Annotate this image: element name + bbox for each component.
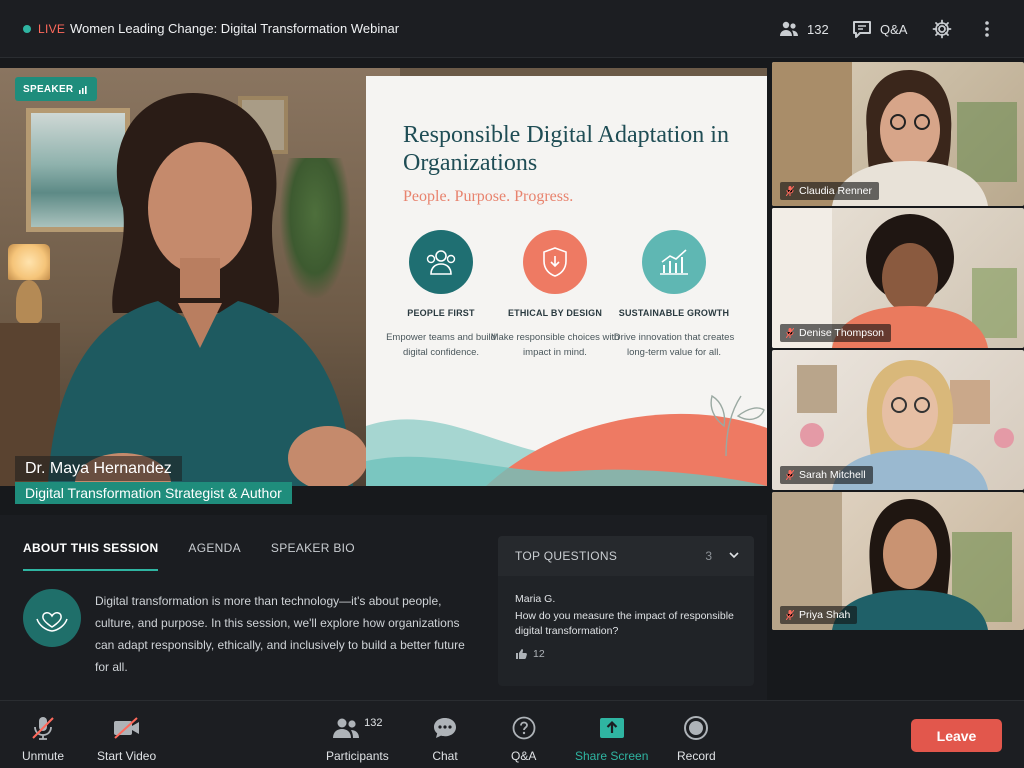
gear-icon bbox=[932, 19, 952, 39]
audio-level-icon bbox=[79, 85, 88, 94]
settings-button[interactable] bbox=[932, 18, 952, 40]
question-mark-icon bbox=[512, 716, 536, 740]
participants-counter-button[interactable]: 132 bbox=[779, 18, 829, 40]
session-description: Digital transformation is more than tech… bbox=[95, 594, 465, 674]
participant-name-tag: Sarah Mitchell bbox=[780, 466, 873, 484]
participants-label: Participants bbox=[326, 749, 389, 763]
webinar-title: Women Leading Change: Digital Transforma… bbox=[70, 21, 400, 36]
question-author: Maria G. bbox=[515, 593, 556, 605]
top-questions-panel: TOP QUESTIONS 3 Maria G. How do you meas… bbox=[498, 536, 754, 686]
pillar-heading: ETHICAL BY DESIGN bbox=[507, 308, 603, 318]
slide-pillar-sustainable-growth: SUSTAINABLE GROWTH Drive innovation that… bbox=[609, 230, 739, 360]
question-upvote-button[interactable]: 12 bbox=[515, 648, 545, 660]
record-icon bbox=[684, 716, 709, 740]
participant-name: Claudia Renner bbox=[799, 185, 872, 197]
top-questions-heading: TOP QUESTIONS bbox=[515, 549, 618, 563]
share-screen-label: Share Screen bbox=[575, 749, 649, 763]
tab-speaker-bio[interactable]: SPEAKER BIO bbox=[271, 541, 355, 571]
pillar-heading: SUSTAINABLE GROWTH bbox=[618, 308, 730, 318]
presentation-slide: Responsible Digital Adaptation in Organi… bbox=[366, 76, 767, 486]
thumbs-up-icon bbox=[516, 649, 527, 659]
top-questions-header[interactable]: TOP QUESTIONS bbox=[498, 536, 754, 576]
people-icon bbox=[780, 21, 798, 36]
pillar-text: Make responsible choices with impact in … bbox=[490, 332, 620, 358]
participant-name-tag: Priya Shah bbox=[780, 606, 858, 624]
question-likes-count: 12 bbox=[533, 648, 545, 660]
speaker-role-tag: Digital Transformation Strategist & Auth… bbox=[15, 482, 292, 504]
live-indicator-dot bbox=[23, 25, 31, 33]
participant-tile[interactable]: Claudia Renner bbox=[772, 62, 1024, 206]
participant-name: Denise Thompson bbox=[799, 327, 885, 339]
more-options-button[interactable] bbox=[984, 18, 990, 40]
participant-name: Sarah Mitchell bbox=[799, 469, 866, 481]
leave-button[interactable]: Leave bbox=[911, 719, 1002, 752]
video-off-icon bbox=[113, 717, 139, 739]
slide-wave-decoration bbox=[366, 394, 767, 486]
more-vertical-icon bbox=[985, 21, 989, 37]
slide-subtitle: People. Purpose. Progress. bbox=[403, 188, 574, 205]
start-video-button[interactable]: Start Video bbox=[97, 715, 156, 763]
qa-control-button[interactable]: Q&A bbox=[511, 715, 536, 763]
slide-title: Responsible Digital Adaptation in Organi… bbox=[403, 122, 729, 176]
participant-name-tag: Denise Thompson bbox=[780, 324, 892, 342]
mic-off-icon bbox=[786, 470, 794, 480]
tab-agenda[interactable]: AGENDA bbox=[188, 541, 240, 571]
chat-bubble-icon bbox=[853, 21, 871, 38]
participants-count: 132 bbox=[807, 21, 829, 37]
chevron-down-icon[interactable] bbox=[728, 550, 740, 560]
record-button[interactable]: Record bbox=[677, 715, 716, 763]
mic-off-icon bbox=[786, 328, 794, 338]
mic-off-icon bbox=[786, 186, 794, 196]
speaker-video-figure bbox=[48, 93, 368, 486]
record-label: Record bbox=[677, 749, 716, 763]
people-icon bbox=[409, 230, 473, 294]
pillar-text: Empower teams and build digital confiden… bbox=[386, 332, 496, 358]
chat-button[interactable]: Chat bbox=[432, 715, 458, 763]
unmute-label: Unmute bbox=[22, 749, 65, 763]
start-video-label: Start Video bbox=[97, 749, 157, 763]
session-info-panel: ABOUT THIS SESSION AGENDA SPEAKER BIO Di… bbox=[0, 515, 767, 700]
shield-icon bbox=[523, 230, 587, 294]
qa-label: Q&A bbox=[880, 21, 908, 37]
unmute-button[interactable]: Unmute bbox=[22, 715, 64, 763]
tab-about-this-session[interactable]: ABOUT THIS SESSION bbox=[23, 541, 159, 571]
growth-chart-icon bbox=[642, 230, 706, 294]
mic-off-icon bbox=[32, 717, 54, 740]
participant-tile[interactable]: Denise Thompson bbox=[772, 208, 1024, 348]
meeting-controls-bar: Unmute Start Video 132 Participants Chat… bbox=[0, 700, 1024, 768]
chat-label: Chat bbox=[432, 749, 458, 763]
slide-pillar-ethical-by-design: ETHICAL BY DESIGN Make responsible choic… bbox=[490, 230, 620, 360]
mic-off-icon bbox=[786, 610, 794, 620]
speaker-badge-label: SPEAKER bbox=[23, 83, 74, 95]
participant-tile[interactable]: Sarah Mitchell bbox=[772, 350, 1024, 490]
participants-button[interactable]: 132 Participants bbox=[326, 715, 389, 763]
chat-icon bbox=[434, 718, 456, 738]
participants-badge-count: 132 bbox=[364, 717, 383, 729]
qa-control-label: Q&A bbox=[511, 749, 537, 763]
share-screen-button[interactable]: Share Screen bbox=[575, 715, 648, 763]
heart-hands-icon bbox=[23, 589, 81, 647]
questions-count: 3 bbox=[705, 549, 712, 563]
participant-name-tag: Claudia Renner bbox=[780, 182, 879, 200]
session-tabs: ABOUT THIS SESSION AGENDA SPEAKER BIO bbox=[23, 541, 355, 571]
qa-button[interactable]: Q&A bbox=[852, 18, 907, 40]
participant-tile[interactable]: Priya Shah bbox=[772, 492, 1024, 630]
live-label: LIVE bbox=[38, 22, 66, 36]
question-text: How do you measure the impact of respons… bbox=[515, 610, 734, 637]
speaker-badge: SPEAKER bbox=[15, 77, 98, 101]
slide-pillar-people-first: PEOPLE FIRST Empower teams and build dig… bbox=[376, 230, 506, 360]
top-bar: LIVE Women Leading Change: Digital Trans… bbox=[0, 0, 1024, 58]
people-icon bbox=[333, 718, 360, 738]
pillar-heading: PEOPLE FIRST bbox=[407, 308, 475, 318]
participant-name: Priya Shah bbox=[799, 609, 851, 621]
share-screen-icon bbox=[599, 718, 624, 738]
pillar-text: Drive innovation that creates long-term … bbox=[613, 332, 735, 358]
main-stage-video: Responsible Digital Adaptation in Organi… bbox=[0, 68, 767, 486]
speaker-name-tag: Dr. Maya Hernandez bbox=[15, 456, 182, 481]
